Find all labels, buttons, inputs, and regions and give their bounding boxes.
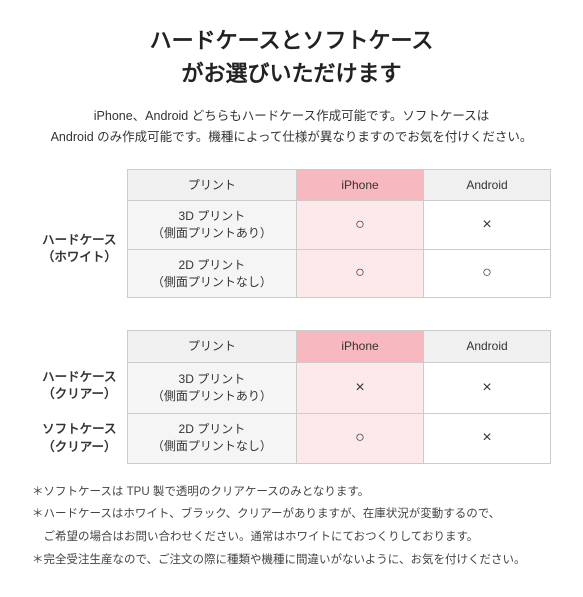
main-title: ハードケースとソフトケース がお選びいただけます (32, 24, 551, 90)
table2-row2-iphone: ○ (297, 413, 424, 463)
table-section-1: プリント iPhone Android ハードケース（ホワイト） 3D プリント… (32, 169, 551, 299)
table1-corner (32, 169, 127, 201)
table1-row1-print: 3D プリント（側面プリントあり） (127, 201, 296, 250)
note-4: ＊完全受注生産なので、ご注文の際に種類や機種に間違いがないように、お気を付けくだ… (32, 550, 551, 571)
table2-row1-iphone: × (297, 363, 424, 413)
comparison-table-2: プリント iPhone Android ハードケース（クリアー）ソフトケース（ク… (32, 330, 551, 463)
table2-row-label: ハードケース（クリアー）ソフトケース（クリアー） (32, 363, 127, 464)
table-row: ハードケース（ホワイト） 3D プリント（側面プリントあり） ○ × (32, 201, 551, 250)
table2-corner (32, 331, 127, 363)
table2-header-iphone: iPhone (297, 331, 424, 363)
comparison-table-1: プリント iPhone Android ハードケース（ホワイト） 3D プリント… (32, 169, 551, 299)
table2-header-print: プリント (127, 331, 296, 363)
table2-row1-android: × (424, 363, 551, 413)
table1-row2-print: 2D プリント（側面プリントなし） (127, 249, 296, 298)
table1-header-print: プリント (127, 169, 296, 201)
table1-header-android: Android (424, 169, 551, 201)
note-1: ＊ソフトケースは TPU 製で透明のクリアケースのみとなります。 (32, 482, 551, 503)
description-text: iPhone、Android どちらもハードケース作成可能です。ソフトケースは … (32, 106, 551, 149)
note-3: ご希望の場合はお問い合わせください。通常はホワイトにておつくりしております。 (32, 527, 551, 548)
table1-row2-iphone: ○ (297, 249, 424, 298)
table1-row-label: ハードケース（ホワイト） (32, 201, 127, 298)
table2-row2-print: 2D プリント（側面プリントなし） (127, 413, 296, 463)
table1-row2-android: ○ (424, 249, 551, 298)
table1-header-iphone: iPhone (297, 169, 424, 201)
table1-row1-android: × (424, 201, 551, 250)
table2-row2-android: × (424, 413, 551, 463)
table-row: ハードケース（クリアー）ソフトケース（クリアー） 3D プリント（側面プリントあ… (32, 363, 551, 413)
notes-section: ＊ソフトケースは TPU 製で透明のクリアケースのみとなります。 ＊ハードケース… (32, 482, 551, 571)
note-2: ＊ハードケースはホワイト、ブラック、クリアーがありますが、在庫状況が変動するので… (32, 504, 551, 525)
table-section-2: プリント iPhone Android ハードケース（クリアー）ソフトケース（ク… (32, 330, 551, 463)
table1-row1-iphone: ○ (297, 201, 424, 250)
table2-row1-print: 3D プリント（側面プリントあり） (127, 363, 296, 413)
table2-header-android: Android (424, 331, 551, 363)
